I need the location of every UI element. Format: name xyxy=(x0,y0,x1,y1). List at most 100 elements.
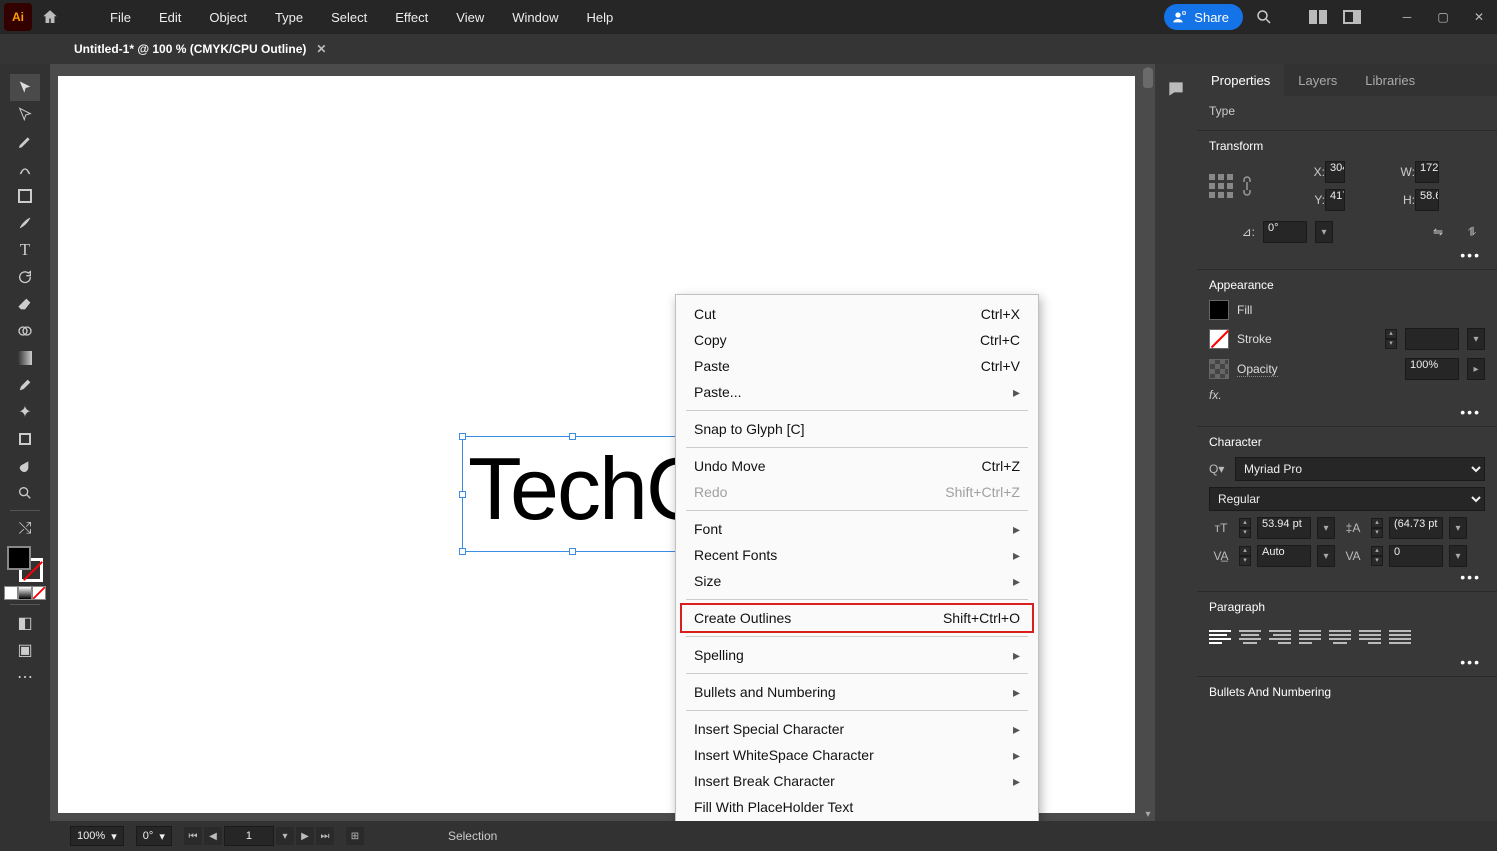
window-minimize-button[interactable]: ─ xyxy=(1393,7,1421,27)
window-maximize-button[interactable]: ▢ xyxy=(1429,7,1457,27)
angle-dropdown[interactable]: ▾ xyxy=(1315,221,1333,243)
fill-color-swatch[interactable] xyxy=(1209,300,1229,320)
ctx-copy[interactable]: CopyCtrl+C xyxy=(676,327,1038,353)
artboard-tool[interactable] xyxy=(10,425,40,452)
menu-select[interactable]: Select xyxy=(319,0,379,34)
ctx-spelling[interactable]: Spelling▸ xyxy=(676,642,1038,668)
draw-mode[interactable]: ◧ xyxy=(10,609,40,636)
menu-edit[interactable]: Edit xyxy=(147,0,193,34)
rotate-view[interactable]: 0° ▾ xyxy=(136,826,172,846)
search-icon[interactable] xyxy=(1251,4,1277,30)
home-button[interactable] xyxy=(36,3,64,31)
transform-more-options[interactable]: ••• xyxy=(1209,245,1485,265)
ctx-create-outlines[interactable]: Create OutlinesShift+Ctrl+O xyxy=(676,605,1038,631)
direct-selection-tool[interactable] xyxy=(10,101,40,128)
fx-icon[interactable]: fx. xyxy=(1209,388,1222,402)
kerning-stepper[interactable]: ▴▾ xyxy=(1239,546,1251,566)
type-tool[interactable]: T xyxy=(10,236,40,263)
align-right[interactable] xyxy=(1269,628,1291,646)
artboard-dropdown[interactable]: ▾ xyxy=(276,827,294,845)
artboard-prev[interactable]: ◀ xyxy=(204,827,222,845)
appearance-more-options[interactable]: ••• xyxy=(1209,402,1485,422)
symbol-sprayer-tool[interactable]: ✦ xyxy=(10,398,40,425)
tab-layers[interactable]: Layers xyxy=(1284,64,1351,96)
selection-tool[interactable] xyxy=(10,74,40,101)
ctx-insert-special[interactable]: Insert Special Character▸ xyxy=(676,716,1038,742)
leading-input[interactable]: (64.73 pt xyxy=(1389,517,1443,539)
document-tab[interactable]: Untitled-1* @ 100 % (CMYK/CPU Outline) ✕ xyxy=(60,34,340,64)
font-family-select[interactable]: Myriad Pro xyxy=(1235,457,1485,481)
vertical-scrollbar[interactable]: ▴▾ xyxy=(1141,64,1155,821)
pen-tool[interactable] xyxy=(10,128,40,155)
find-font-icon[interactable]: Q▾ xyxy=(1209,462,1227,476)
stroke-weight-input[interactable] xyxy=(1405,328,1459,350)
ctx-bullets[interactable]: Bullets and Numbering▸ xyxy=(676,679,1038,705)
align-center[interactable] xyxy=(1239,628,1261,646)
artboard-nav-icon[interactable]: ⊞ xyxy=(346,827,364,845)
ctx-cut[interactable]: CutCtrl+X xyxy=(676,301,1038,327)
artboard-number[interactable]: 1 xyxy=(224,826,274,846)
reference-point-selector[interactable] xyxy=(1209,174,1239,198)
shape-builder-tool[interactable] xyxy=(10,317,40,344)
color-mode-none[interactable] xyxy=(32,586,46,600)
kerning-input[interactable]: Auto xyxy=(1257,545,1311,567)
eraser-tool[interactable] xyxy=(10,290,40,317)
ctx-paste[interactable]: PasteCtrl+V xyxy=(676,353,1038,379)
menu-help[interactable]: Help xyxy=(574,0,625,34)
ctx-insert-break[interactable]: Insert Break Character▸ xyxy=(676,768,1038,794)
document-tab-close-icon[interactable]: ✕ xyxy=(316,42,326,56)
flip-vertical-icon[interactable]: ⥮ xyxy=(1459,219,1485,245)
color-mode-gradient[interactable] xyxy=(18,586,32,600)
opacity-dropdown[interactable]: ▸ xyxy=(1467,358,1485,380)
paintbrush-tool[interactable] xyxy=(10,209,40,236)
edit-toolbar[interactable]: ⋯ xyxy=(10,663,40,690)
font-size-dropdown[interactable]: ▾ xyxy=(1317,517,1335,539)
menu-type[interactable]: Type xyxy=(263,0,315,34)
x-input[interactable]: 304.2708 p xyxy=(1325,161,1345,183)
selection-bounding-box[interactable] xyxy=(462,436,682,552)
rotate-tool[interactable] xyxy=(10,263,40,290)
fill-stroke-swatch[interactable] xyxy=(7,546,43,582)
angle-input[interactable]: 0° xyxy=(1263,221,1307,243)
font-size-stepper[interactable]: ▴▾ xyxy=(1239,518,1251,538)
stroke-weight-stepper[interactable]: ▴▾ xyxy=(1385,329,1397,349)
stroke-weight-dropdown[interactable]: ▾ xyxy=(1467,328,1485,350)
hand-tool[interactable] xyxy=(10,452,40,479)
toggle-fill-stroke[interactable]: ⤭ xyxy=(10,515,40,542)
window-close-button[interactable]: ✕ xyxy=(1465,7,1493,27)
artboard-last[interactable]: ⏭ xyxy=(316,827,334,845)
tab-libraries[interactable]: Libraries xyxy=(1351,64,1429,96)
eyedropper-tool[interactable] xyxy=(10,371,40,398)
canvas[interactable]: TechC ▴▾ CutCtrl+X CopyCtrl+C PasteCtrl+… xyxy=(50,64,1155,821)
ctx-font[interactable]: Font▸ xyxy=(676,516,1038,542)
menu-effect[interactable]: Effect xyxy=(383,0,440,34)
opacity-swatch[interactable] xyxy=(1209,359,1229,379)
gradient-tool[interactable] xyxy=(10,344,40,371)
leading-dropdown[interactable]: ▾ xyxy=(1449,517,1467,539)
artboard-first[interactable]: ⏮ xyxy=(184,827,202,845)
leading-stepper[interactable]: ▴▾ xyxy=(1371,518,1383,538)
stroke-color-swatch[interactable] xyxy=(1209,329,1229,349)
constrain-proportions-icon[interactable] xyxy=(1239,175,1255,197)
menu-object[interactable]: Object xyxy=(197,0,259,34)
tab-properties[interactable]: Properties xyxy=(1197,64,1284,96)
ctx-insert-whitespace[interactable]: Insert WhiteSpace Character▸ xyxy=(676,742,1038,768)
comments-panel-icon[interactable] xyxy=(1163,76,1189,102)
zoom-tool[interactable] xyxy=(10,479,40,506)
workspace-switcher-icon[interactable] xyxy=(1339,4,1365,30)
color-mode-solid[interactable] xyxy=(4,586,18,600)
align-left[interactable] xyxy=(1209,628,1231,646)
menu-file[interactable]: File xyxy=(98,0,143,34)
tracking-stepper[interactable]: ▴▾ xyxy=(1371,546,1383,566)
screen-mode[interactable]: ▣ xyxy=(10,636,40,663)
artboard-next[interactable]: ▶ xyxy=(296,827,314,845)
ctx-size[interactable]: Size▸ xyxy=(676,568,1038,594)
fill-swatch[interactable] xyxy=(7,546,31,570)
justify-all[interactable] xyxy=(1389,628,1411,646)
paragraph-more-options[interactable]: ••• xyxy=(1209,652,1485,672)
arrange-docs-icon[interactable] xyxy=(1305,4,1331,30)
character-more-options[interactable]: ••• xyxy=(1209,567,1485,587)
ctx-paste-more[interactable]: Paste...▸ xyxy=(676,379,1038,405)
opacity-input[interactable]: 100% xyxy=(1405,358,1459,380)
ctx-recent-fonts[interactable]: Recent Fonts▸ xyxy=(676,542,1038,568)
